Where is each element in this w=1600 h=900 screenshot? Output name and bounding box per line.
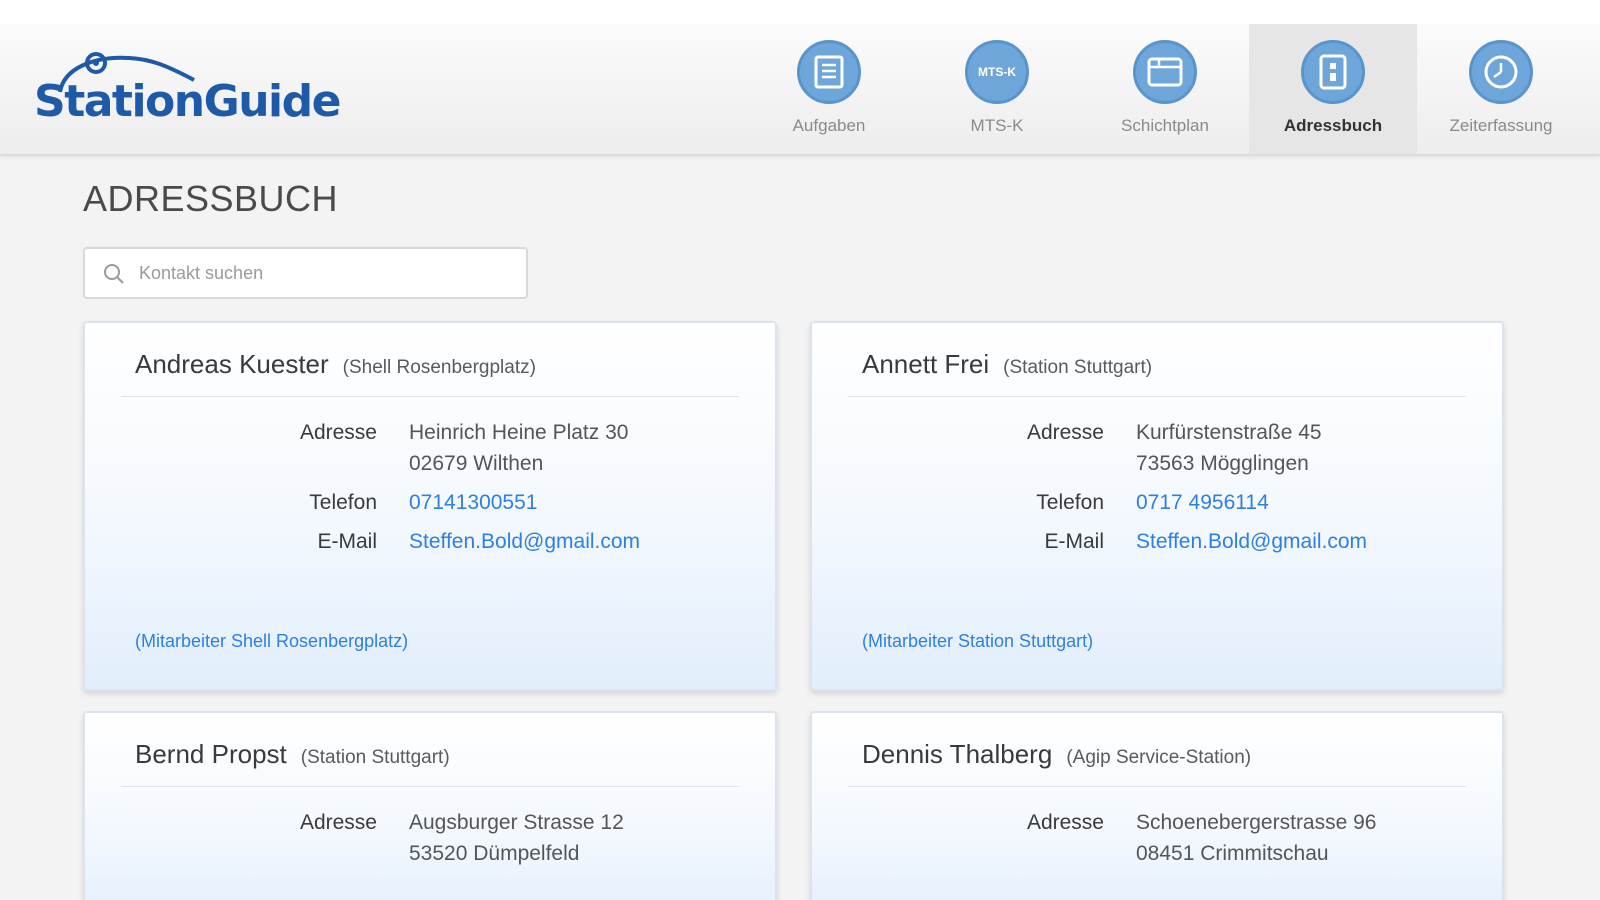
contact-card-header: Andreas Kuester (Shell Rosenbergplatz) xyxy=(121,349,739,397)
nav-item-aufgaben[interactable]: Aufgaben xyxy=(745,24,913,154)
contact-station: (Shell Rosenbergplatz) xyxy=(342,357,536,378)
app-logo[interactable]: StationGuide xyxy=(34,48,354,138)
phone-link[interactable]: 0717 4956114 xyxy=(1136,487,1269,519)
phone-link[interactable]: 07141300551 xyxy=(409,487,537,519)
address-line2: 73563 Mögglingen xyxy=(1136,452,1309,475)
contact-name: Andreas Kuester xyxy=(135,349,329,379)
mts-k-badge: MTS-K xyxy=(978,65,1016,79)
email-label: E-Mail xyxy=(317,530,377,553)
contact-card-header: Bernd Propst (Station Stuttgart) xyxy=(121,739,739,787)
nav-label: Aufgaben xyxy=(792,116,866,135)
contact-station: (Station Stuttgart) xyxy=(1003,357,1153,378)
staff-link[interactable]: (Mitarbeiter Station Stuttgart) xyxy=(862,631,1093,652)
address-line1: Kurfürstenstraße 45 xyxy=(1136,421,1322,444)
contact-card: Annett Frei (Station Stuttgart) Adresse … xyxy=(810,321,1504,691)
email-label: E-Mail xyxy=(1044,530,1104,553)
address-label: Adresse xyxy=(1026,811,1104,834)
phone-label: Telefon xyxy=(1036,491,1104,514)
contact-card-header: Annett Frei (Station Stuttgart) xyxy=(848,349,1466,397)
address-line1: Augsburger Strasse 12 xyxy=(409,811,624,834)
contact-station: (Agip Service-Station) xyxy=(1066,747,1252,768)
top-strip xyxy=(0,0,1600,24)
address-line1: Heinrich Heine Platz 30 xyxy=(409,421,629,444)
nav-item-zeiterfassung[interactable]: Zeiterfassung xyxy=(1417,24,1585,154)
address-line2: 53520 Dümpelfeld xyxy=(409,842,580,865)
clipboard-list-icon xyxy=(797,40,861,104)
nav-item-adressbuch[interactable]: Adressbuch xyxy=(1249,24,1417,154)
contact-search[interactable] xyxy=(83,247,528,299)
address-book-icon xyxy=(1301,40,1365,104)
search-icon xyxy=(104,264,124,284)
contact-card: Bernd Propst (Station Stuttgart) Adresse… xyxy=(83,711,777,900)
app-header: StationGuide Aufgaben MTS-K MTS-K Schich… xyxy=(0,24,1600,156)
address-line1: Schoenebergerstrasse 96 xyxy=(1136,811,1377,834)
clock-icon xyxy=(1469,40,1533,104)
nav-label: Zeiterfassung xyxy=(1449,116,1553,135)
address-label: Adresse xyxy=(299,421,377,444)
nav-label: Adressbuch xyxy=(1283,116,1383,135)
staff-link[interactable]: (Mitarbeiter Shell Rosenbergplatz) xyxy=(135,631,408,652)
address-line2: 08451 Crimmitschau xyxy=(1136,842,1329,865)
page-title: ADRESSBUCH xyxy=(83,178,339,219)
nav-item-schichtplan[interactable]: Schichtplan xyxy=(1081,24,1249,154)
address-line2: 02679 Wilthen xyxy=(409,452,544,475)
logo-text: StationGuide xyxy=(34,76,341,127)
search-input[interactable] xyxy=(139,259,509,287)
contact-card-header: Dennis Thalberg (Agip Service-Station) xyxy=(848,739,1466,787)
address-label: Adresse xyxy=(299,811,377,834)
contact-station: (Station Stuttgart) xyxy=(300,747,450,768)
contact-name: Dennis Thalberg xyxy=(862,739,1053,769)
contact-name: Bernd Propst xyxy=(135,739,287,769)
nav-item-mts-k[interactable]: MTS-K MTS-K xyxy=(913,24,1081,154)
contact-card: Dennis Thalberg (Agip Service-Station) A… xyxy=(810,711,1504,900)
main-nav: Aufgaben MTS-K MTS-K Schichtplan Adressb… xyxy=(745,24,1585,154)
contact-card: Andreas Kuester (Shell Rosenbergplatz) A… xyxy=(83,321,777,691)
schedule-icon xyxy=(1133,40,1197,104)
nav-label: MTS-K xyxy=(970,116,1024,135)
email-link[interactable]: Steffen.Bold@gmail.com xyxy=(1136,526,1367,558)
nav-label: Schichtplan xyxy=(1121,116,1209,135)
email-link[interactable]: Steffen.Bold@gmail.com xyxy=(409,526,640,558)
address-label: Adresse xyxy=(1026,421,1104,444)
mts-k-icon: MTS-K xyxy=(965,40,1029,104)
contact-name: Annett Frei xyxy=(862,349,990,379)
phone-label: Telefon xyxy=(309,491,377,514)
